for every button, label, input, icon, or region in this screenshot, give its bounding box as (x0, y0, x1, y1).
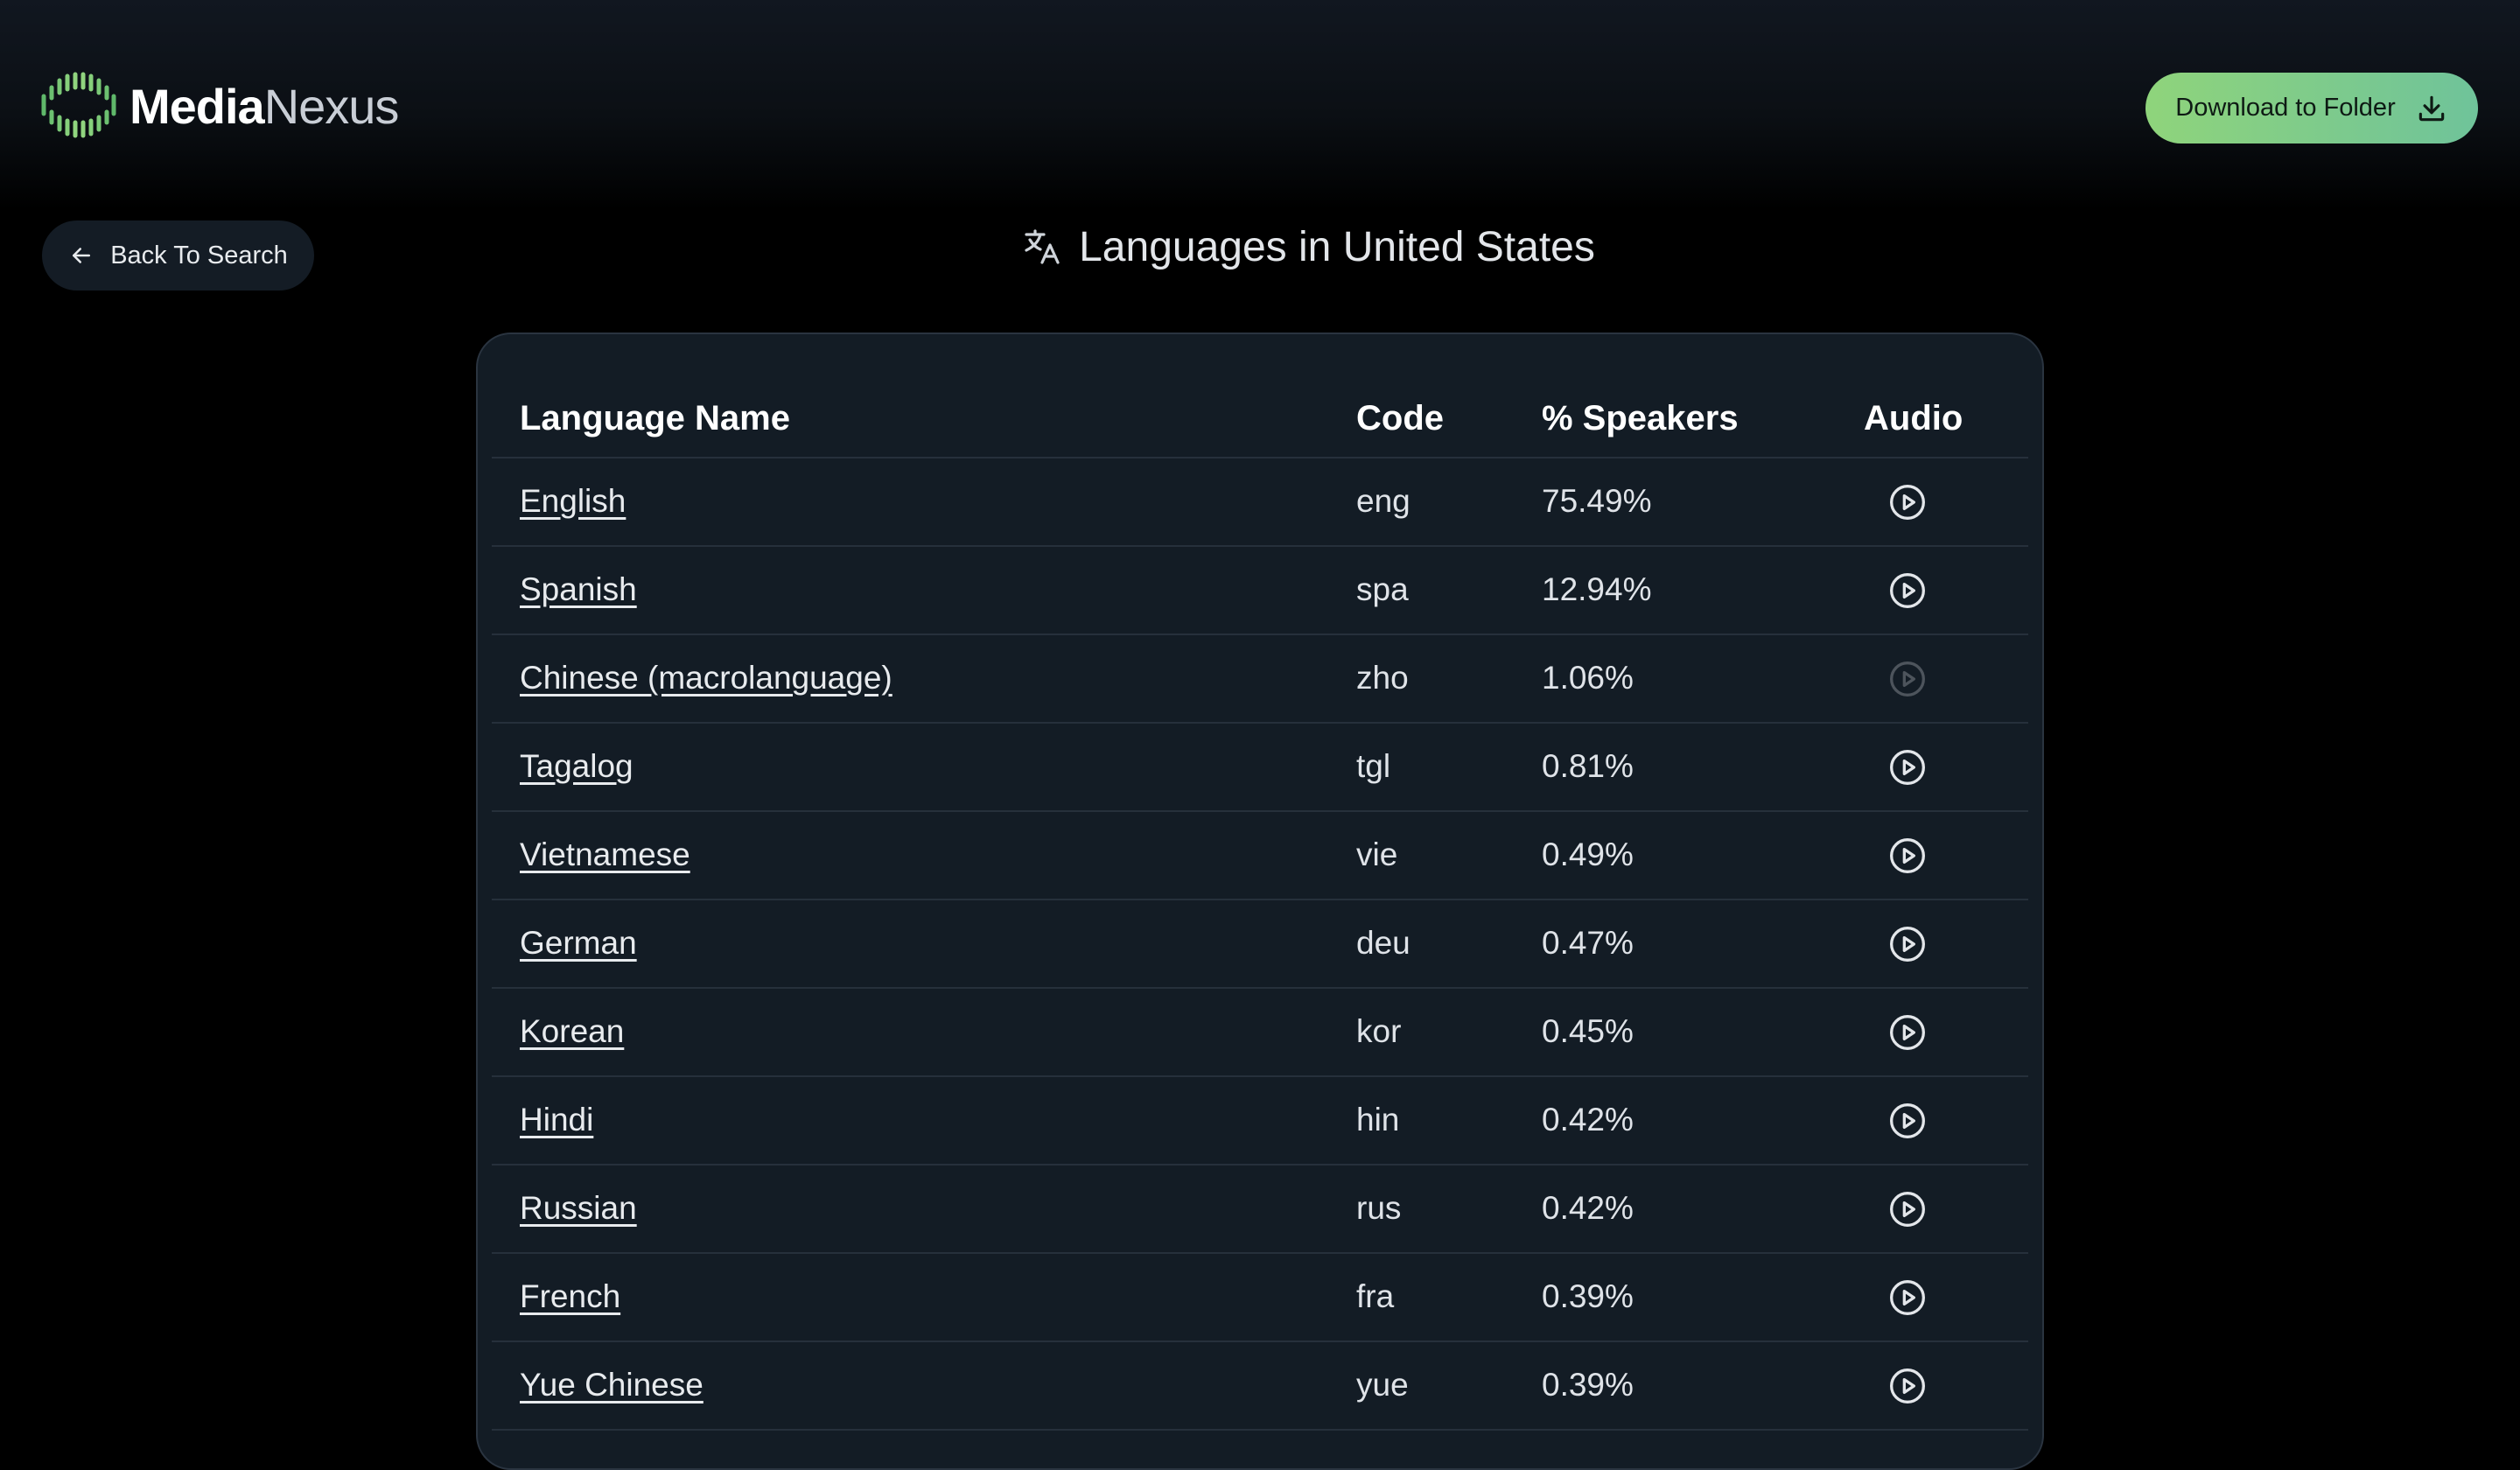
speakers-percent: 0.45% (1542, 1013, 1634, 1049)
table-header: Language Name Code % Speakers Audio (492, 387, 2028, 458)
play-audio-icon[interactable] (1888, 1013, 1927, 1052)
language-code: vie (1356, 836, 1398, 872)
play-audio-icon[interactable] (1888, 925, 1927, 963)
page-title: Languages in United States (0, 219, 2520, 275)
table-row: Chinese (macrolanguage) zho 1.06% (492, 635, 2028, 724)
language-name-link[interactable]: Yue Chinese (520, 1367, 704, 1404)
language-code: hin (1356, 1102, 1400, 1138)
play-audio-icon[interactable] (1888, 1278, 1927, 1317)
language-name-link[interactable]: Korean (520, 1013, 624, 1050)
language-code: spa (1356, 571, 1409, 607)
language-name-link[interactable]: Tagalog (520, 748, 634, 785)
table-row: Korean kor 0.45% (492, 989, 2028, 1077)
play-audio-icon (1888, 660, 1927, 698)
language-name-link[interactable]: English (520, 483, 626, 520)
speakers-percent: 0.42% (1542, 1190, 1634, 1226)
language-code: kor (1356, 1013, 1402, 1049)
speakers-percent: 0.49% (1542, 836, 1634, 872)
language-name-link[interactable]: Hindi (520, 1102, 593, 1138)
language-code: zho (1356, 660, 1409, 696)
logo-text: MediaNexus (130, 79, 400, 134)
speakers-percent: 12.94% (1542, 571, 1652, 607)
language-name-link[interactable]: Chinese (macrolanguage) (520, 660, 892, 696)
language-code: fra (1356, 1278, 1395, 1314)
translate-icon (1021, 226, 1063, 268)
language-name-link[interactable]: Russian (520, 1190, 637, 1227)
play-audio-icon[interactable] (1888, 836, 1927, 875)
speakers-percent: 0.39% (1542, 1278, 1634, 1314)
language-name-link[interactable]: Vietnamese (520, 836, 690, 873)
speakers-percent: 1.06% (1542, 660, 1634, 696)
speakers-percent: 0.47% (1542, 925, 1634, 961)
download-to-folder-button[interactable]: Download to Folder (2146, 73, 2478, 144)
table-row: Russian rus 0.42% (492, 1166, 2028, 1254)
header-code: Code (1356, 399, 1444, 438)
header-speakers: % Speakers (1542, 399, 1739, 438)
speakers-percent: 0.42% (1542, 1102, 1634, 1138)
language-name-link[interactable]: Spanish (520, 571, 637, 608)
speakers-percent: 75.49% (1542, 483, 1652, 519)
logo-secondary: Nexus (263, 79, 400, 134)
soundwave-logo-icon (40, 72, 117, 143)
header-language-name: Language Name (520, 399, 790, 438)
table-row: Vietnamese vie 0.49% (492, 812, 2028, 900)
languages-table: Language Name Code % Speakers Audio Engl… (476, 332, 2044, 1470)
download-icon (2415, 92, 2448, 125)
speakers-percent: 0.81% (1542, 748, 1634, 784)
language-code: deu (1356, 925, 1410, 961)
page-title-text: Languages in United States (1079, 223, 1595, 270)
language-name-link[interactable]: French (520, 1278, 620, 1315)
logo[interactable]: MediaNexus (40, 72, 400, 143)
language-code: yue (1356, 1367, 1409, 1403)
language-code: tgl (1356, 748, 1391, 784)
play-audio-icon[interactable] (1888, 1367, 1927, 1405)
header-audio: Audio (1864, 399, 1964, 438)
speakers-percent: 0.39% (1542, 1367, 1634, 1403)
language-name-link[interactable]: German (520, 925, 637, 962)
table-row: French fra 0.39% (492, 1254, 2028, 1342)
play-audio-icon[interactable] (1888, 748, 1927, 787)
table-row: Tagalog tgl 0.81% (492, 724, 2028, 812)
play-audio-icon[interactable] (1888, 571, 1927, 610)
language-code: eng (1356, 483, 1410, 519)
play-audio-icon[interactable] (1888, 1102, 1927, 1140)
play-audio-icon[interactable] (1888, 1190, 1927, 1228)
download-label: Download to Folder (2175, 94, 2396, 122)
table-row: English eng 75.49% (492, 458, 2028, 547)
logo-primary: Media (130, 79, 265, 134)
language-code: rus (1356, 1190, 1402, 1226)
table-row: German deu 0.47% (492, 900, 2028, 989)
play-audio-icon[interactable] (1888, 483, 1927, 522)
table-row: Hindi hin 0.42% (492, 1077, 2028, 1166)
table-row: Spanish spa 12.94% (492, 547, 2028, 635)
